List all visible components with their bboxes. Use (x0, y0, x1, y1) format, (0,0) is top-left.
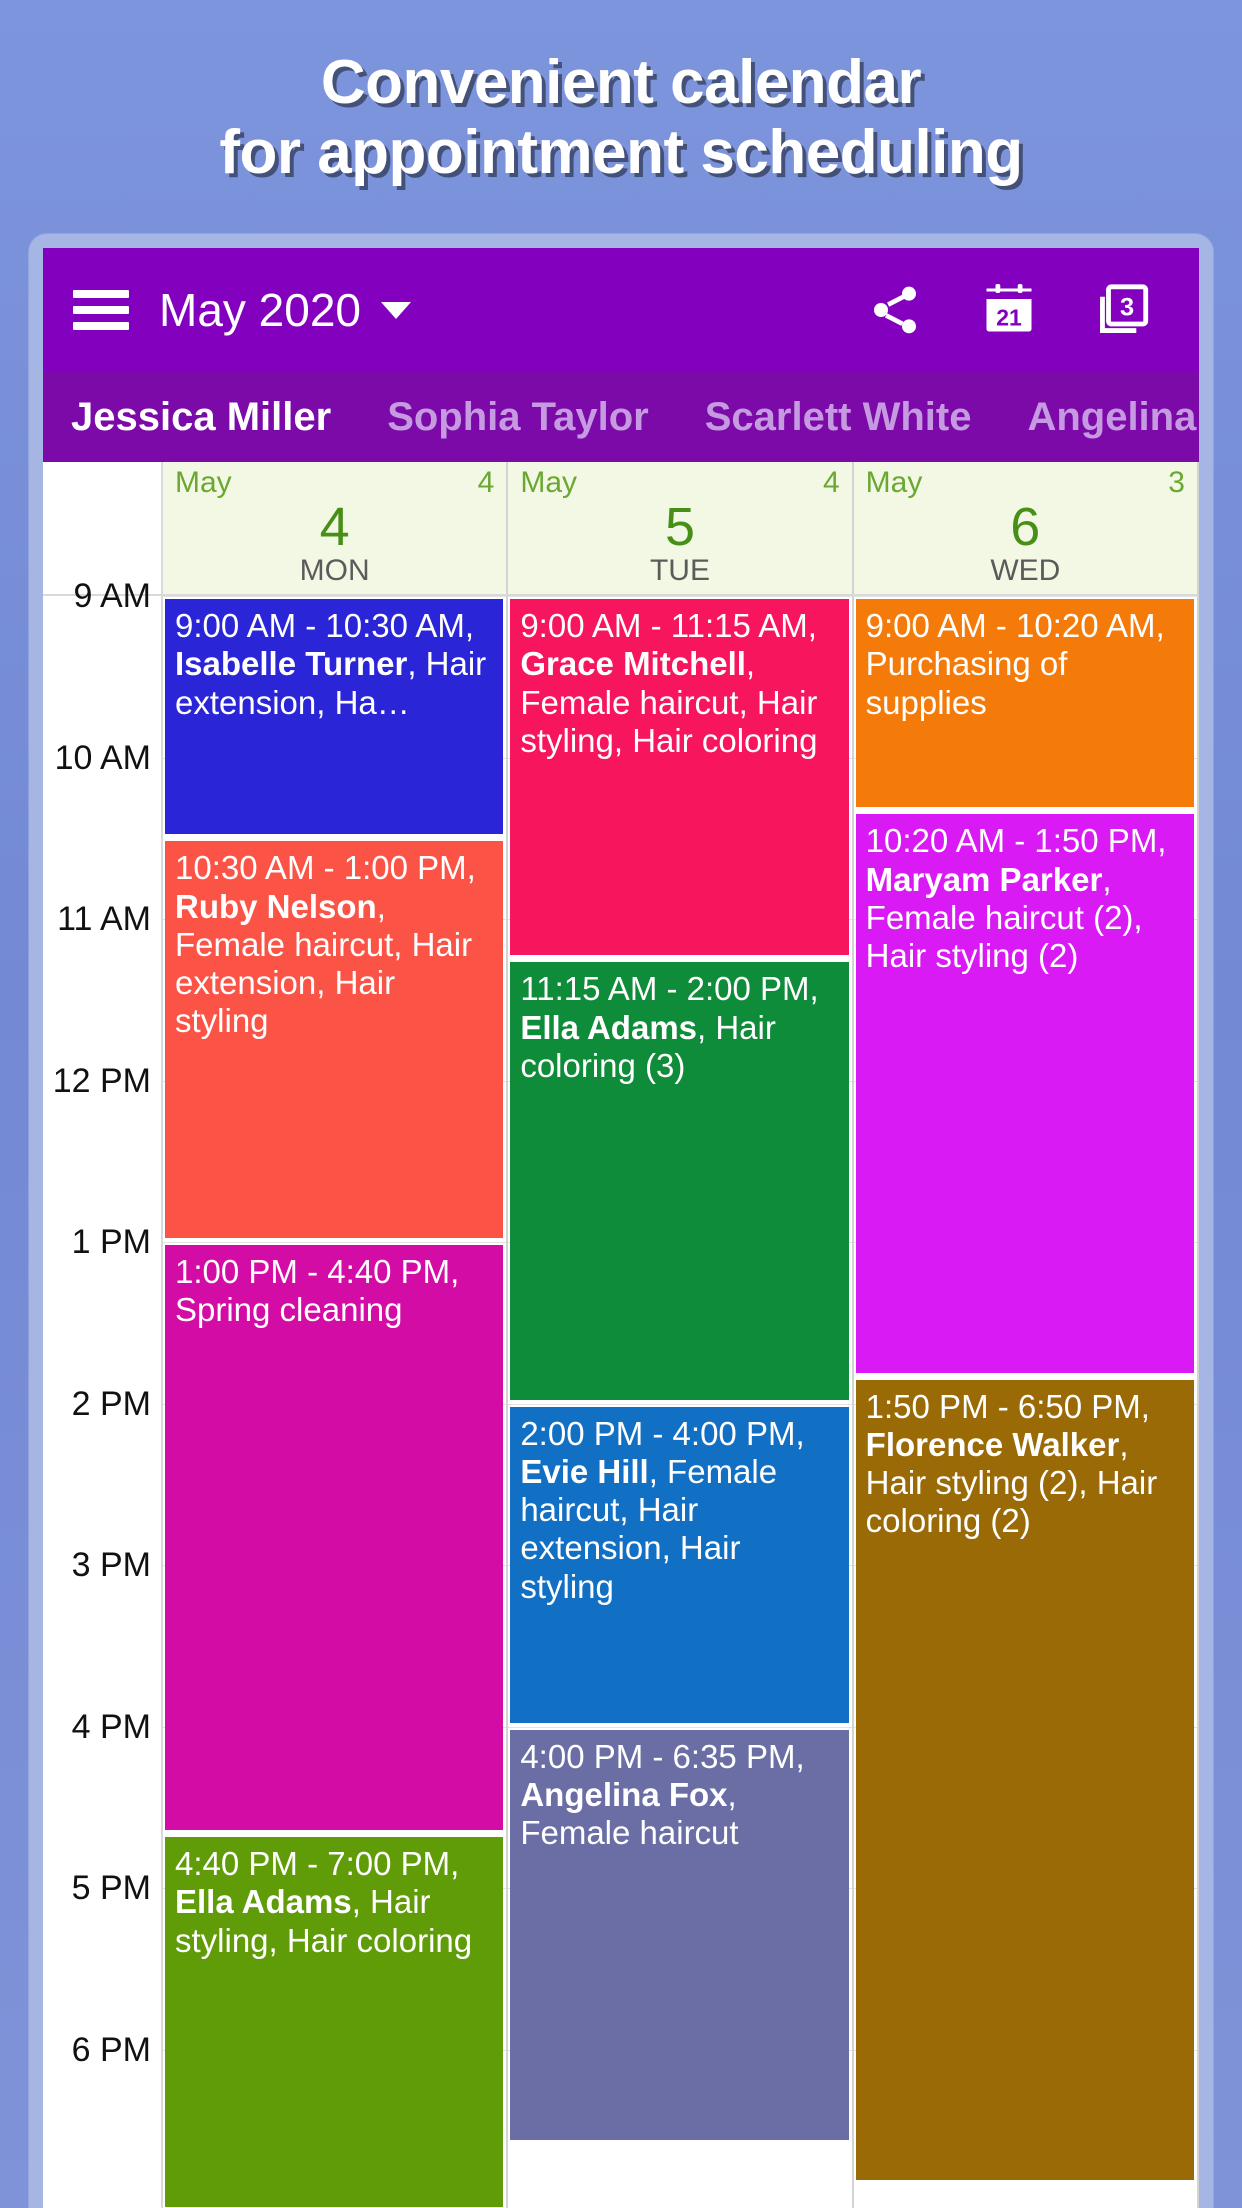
event-time: 10:20 AM - 1:50 PM, (865, 822, 1167, 860)
hour-gridline (853, 596, 1197, 597)
hour-label: 5 PM (71, 1869, 151, 1907)
day-header-count-wed: 3 (1168, 466, 1185, 499)
calendar-today-icon[interactable]: 21 (977, 278, 1041, 342)
hour-label: 10 AM (54, 738, 151, 777)
hour-label: 3 PM (71, 1546, 151, 1584)
staff-tab-2[interactable]: Scarlett White (677, 397, 1000, 437)
calendar-event[interactable]: 11:15 AM - 2:00 PM, Ella Adams, Hair col… (510, 962, 849, 1400)
svg-text:21: 21 (996, 304, 1022, 330)
calendar-event[interactable]: 4:40 PM - 7:00 PM, Ella Adams, Hair styl… (165, 1837, 504, 2207)
hour-gridline (163, 1242, 507, 1243)
event-time: 1:00 PM - 4:40 PM, (175, 1253, 460, 1290)
promo-heading-line-1: Convenient calendar (320, 48, 922, 117)
event-client-name: Isabelle Turner (175, 645, 408, 683)
page-title[interactable]: May 2020 (159, 287, 361, 333)
time-gutter: 9 AM 10 AM 11 AM 12 PM 1 PM 2 PM 3 PM 4 PM 5 PM 6… (43, 579, 163, 2208)
event-time: 2:00 PM - 4:00 PM, (520, 1414, 805, 1452)
chevron-down-icon[interactable] (381, 301, 412, 319)
event-client-name: Angelina Fox (520, 1775, 728, 1813)
hour-label: 11 AM (57, 900, 151, 938)
share-icon[interactable] (863, 278, 927, 342)
staff-tab-0[interactable]: Jessica Miller (43, 397, 359, 437)
event-services: Spring cleaning (175, 1291, 403, 1329)
event-time: 4:40 PM - 7:00 PM, (175, 1845, 460, 1883)
calendar-event[interactable]: 9:00 AM - 11:15 AM, Grace Mitchell, Fema… (510, 599, 849, 956)
hour-label: 4 PM (71, 1707, 151, 1746)
event-client-name: Ruby Nelson (175, 887, 377, 925)
day-count-icon[interactable]: 3 (1091, 278, 1155, 342)
hour-label: 1 PM (71, 1223, 151, 1261)
hour-label: 2 PM (71, 1384, 151, 1423)
event-time: 1:50 PM - 6:50 PM, (865, 1387, 1150, 1425)
event-time: 11:15 AM - 2:00 PM, (520, 970, 819, 1008)
day-header-count-tue: 4 (822, 466, 840, 499)
calendar-grid: May 4 4 MON May 4 5 TUE May 3 6 WED 9 AM… (43, 462, 1199, 2208)
day-header-mon[interactable]: May 4 4 MON (163, 462, 509, 594)
event-client-name: Maryam Parker (865, 860, 1103, 898)
day-header-number-mon: 4 (319, 497, 350, 557)
app-bar-actions: 21 3 (863, 278, 1155, 342)
day-header-row: May 4 4 MON May 4 5 TUE May 3 6 WED (43, 462, 1199, 596)
day-column-tue[interactable]: 9:00 AM - 11:15 AM, Grace Mitchell, Fema… (508, 596, 854, 2208)
phone-device-frame: May 2020 21 3 Jessica Miller Sophia Tayl… (29, 234, 1213, 2208)
day-header-number-tue: 5 (664, 497, 696, 557)
event-time: 9:00 AM - 11:15 AM, (520, 607, 817, 644)
day-header-month-wed: May (865, 466, 923, 499)
promo-heading-line-2: for appointment scheduling (219, 118, 1023, 187)
promo-heading: Convenient calendar for appointment sche… (0, 0, 1242, 188)
calendar-event[interactable]: 9:00 AM - 10:20 AM, Purchasing of suppli… (855, 599, 1194, 808)
calendar-event[interactable]: 10:30 AM - 1:00 PM, Ruby Nelson, Female … (165, 841, 504, 1238)
day-header-wed[interactable]: May 3 6 WED (853, 462, 1199, 594)
calendar-event[interactable]: 4:00 PM - 6:35 PM, Angelina Fox, Female … (510, 1729, 849, 2140)
app-screen: May 2020 21 3 Jessica Miller Sophia Tayl… (43, 248, 1199, 2208)
hour-label: 6 PM (71, 2030, 151, 2069)
hour-gridline (508, 596, 852, 597)
calendar-body: 9 AM 10 AM 11 AM 12 PM 1 PM 2 PM 3 PM 4 PM 5 PM 6… (43, 579, 1199, 2208)
day-header-weekday-wed: WED (990, 554, 1061, 587)
day-header-number-wed: 6 (1010, 497, 1041, 557)
staff-tab-3[interactable]: Angelina Fox (999, 397, 1199, 437)
calendar-event[interactable]: 9:00 AM - 10:30 AM, Isabelle Turner, Hai… (165, 599, 504, 835)
event-client-name: Ella Adams (520, 1008, 698, 1046)
day-header-month-mon: May (175, 466, 232, 499)
hour-label: 12 PM (52, 1061, 151, 1100)
event-client-name: Ella Adams (175, 1883, 352, 1921)
calendar-event[interactable]: 2:00 PM - 4:00 PM, Evie Hill, Female hai… (510, 1406, 849, 1723)
event-time: 9:00 AM - 10:30 AM, (175, 607, 474, 644)
day-header-weekday-mon: MON (299, 554, 370, 587)
staff-tab-bar[interactable]: Jessica Miller Sophia Taylor Scarlett Wh… (43, 372, 1199, 462)
calendar-event[interactable]: 1:00 PM - 4:40 PM, Spring cleaning (165, 1245, 504, 1831)
day-header-weekday-tue: TUE (649, 554, 710, 587)
app-bar: May 2020 21 3 (43, 248, 1199, 372)
hamburger-menu-icon[interactable] (73, 290, 129, 330)
event-services: Purchasing of supplies (865, 645, 1068, 721)
time-gutter-header (43, 462, 163, 594)
event-time: 9:00 AM - 10:20 AM, (865, 607, 1165, 644)
day-column-wed[interactable]: 9:00 AM - 10:20 AM, Purchasing of suppli… (853, 596, 1199, 2208)
day-header-count-mon: 4 (477, 466, 495, 499)
event-client-name: Grace Mitchell (520, 645, 746, 683)
event-time: 4:00 PM - 6:35 PM, (520, 1737, 805, 1775)
hour-label: 9 AM (73, 577, 151, 615)
day-header-tue[interactable]: May 4 5 TUE (508, 462, 854, 594)
day-header-month-tue: May (520, 466, 578, 499)
calendar-event[interactable]: 1:50 PM - 6:50 PM, Florence Walker, Hair… (855, 1379, 1194, 2181)
day-column-mon[interactable]: 9:00 AM - 10:30 AM, Isabelle Turner, Hai… (163, 596, 509, 2208)
staff-tab-1[interactable]: Sophia Taylor (359, 397, 677, 437)
calendar-event[interactable]: 10:20 AM - 1:50 PM, Maryam Parker, Femal… (855, 814, 1194, 1373)
event-client-name: Florence Walker (865, 1425, 1120, 1463)
hour-gridline (508, 1403, 852, 1405)
hour-gridline (508, 1726, 852, 1728)
event-client-name: Evie Hill (520, 1452, 649, 1490)
event-time: 10:30 AM - 1:00 PM, (175, 849, 476, 887)
svg-text:3: 3 (1120, 293, 1134, 321)
hour-gridline (163, 596, 507, 597)
